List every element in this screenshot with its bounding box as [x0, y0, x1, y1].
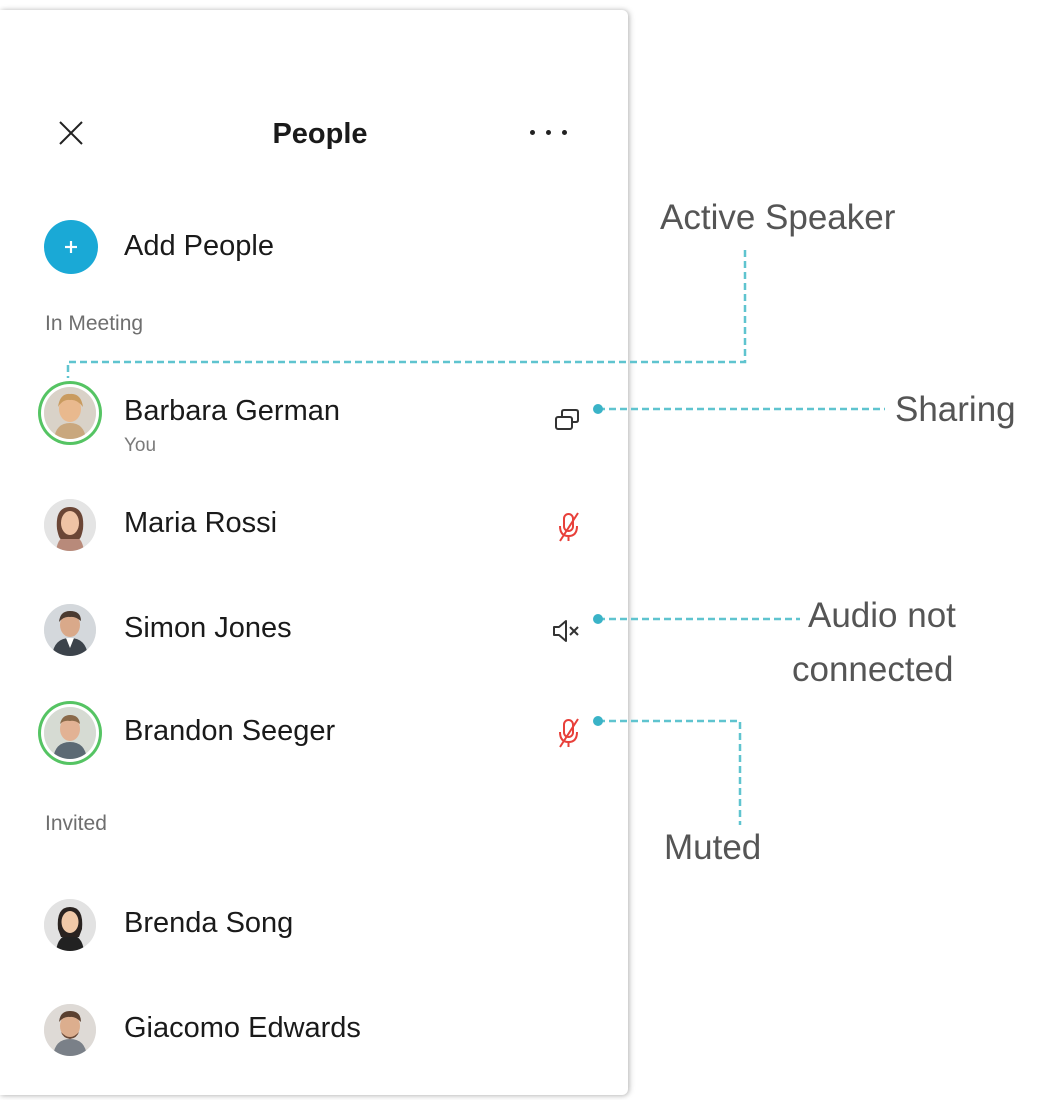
avatar	[44, 707, 96, 759]
avatar	[44, 499, 96, 551]
add-people-circle	[44, 220, 98, 274]
avatar	[44, 604, 96, 656]
participant-row[interactable]: Brandon Seeger	[40, 703, 600, 763]
annotation-audio-line2: connected	[792, 650, 954, 689]
muted-mic-icon	[553, 510, 585, 544]
annotation-audio-line1: Audio not	[808, 596, 956, 635]
participant-name: Simon Jones	[124, 612, 292, 644]
section-invited: Invited	[45, 812, 107, 835]
share-screen-icon	[552, 403, 584, 437]
participant-name: Barbara German	[124, 395, 340, 427]
more-icon-dot	[546, 130, 551, 135]
invited-name: Giacomo Edwards	[124, 1012, 361, 1044]
invited-row[interactable]: Giacomo Edwards	[40, 1000, 600, 1060]
avatar	[44, 899, 96, 951]
speaker-off-icon	[551, 614, 583, 648]
plus-icon	[65, 241, 77, 253]
people-panel: People Add People In Meeting Barbara Ger…	[0, 10, 628, 1095]
avatar	[44, 387, 96, 439]
participant-row[interactable]: Simon Jones	[40, 600, 600, 660]
add-people-label: Add People	[124, 230, 274, 262]
muted-mic-icon	[553, 716, 585, 750]
participant-subtitle: You	[124, 435, 157, 456]
participant-row[interactable]: Barbara German You	[40, 383, 600, 456]
participant-name: Brandon Seeger	[124, 715, 336, 747]
participant-row[interactable]: Maria Rossi	[40, 495, 600, 555]
participant-name: Maria Rossi	[124, 507, 278, 539]
invited-name: Brenda Song	[124, 907, 294, 939]
invited-row[interactable]: Brenda Song	[40, 895, 600, 955]
more-options-button[interactable]	[524, 120, 574, 146]
annotation-sharing: Sharing	[895, 390, 1016, 429]
avatar	[44, 1004, 96, 1056]
more-icon-dot	[562, 130, 567, 135]
section-in-meeting: In Meeting	[45, 312, 144, 335]
annotation-active-speaker: Active Speaker	[660, 198, 896, 237]
annotation-muted: Muted	[664, 828, 762, 867]
more-icon	[530, 130, 535, 135]
add-people-button[interactable]: Add People	[44, 220, 444, 276]
